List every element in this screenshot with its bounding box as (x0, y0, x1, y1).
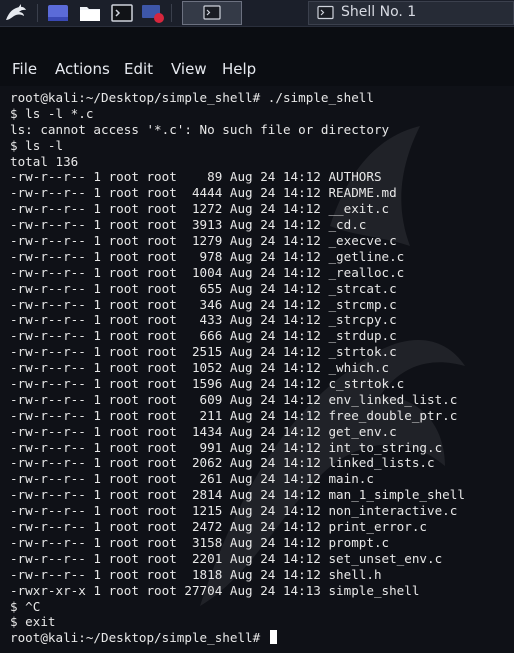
terminal-line: -rw-r--r-- 1 root root 3913 Aug 24 14:12… (10, 217, 367, 233)
kali-dragon-icon[interactable] (3, 2, 29, 24)
terminal-line: -rw-r--r-- 1 root root 1818 Aug 24 14:12… (10, 566, 382, 582)
taskbar: Shell No. 1 (0, 0, 514, 27)
terminal-line: -rw-r--r-- 1 root root 609 Aug 24 14:12 … (10, 391, 458, 407)
terminal-prompt-line[interactable]: root@kali:~/Desktop/simple_shell# (10, 630, 465, 646)
terminal-line: -rw-r--r-- 1 root root 1004 Aug 24 14:12… (10, 264, 405, 280)
menu-actions[interactable]: Actions (55, 60, 110, 78)
terminal-line: -rw-r--r-- 1 root root 991 Aug 24 14:12 … (10, 439, 443, 455)
terminal-line: -rw-r--r-- 1 root root 1434 Aug 24 14:12… (10, 423, 397, 439)
terminal-line: -rw-r--r-- 1 root root 2062 Aug 24 14:12… (10, 455, 435, 471)
terminal-line: -rw-r--r-- 1 root root 1596 Aug 24 14:12… (10, 376, 405, 392)
terminal-icon[interactable] (110, 2, 134, 24)
terminal-icon (317, 5, 334, 20)
terminal-line: root@kali:~/Desktop/simple_shell# ./simp… (10, 90, 374, 105)
screen-recorder-icon[interactable] (140, 2, 164, 24)
terminal-line: -rw-r--r-- 1 root root 2814 Aug 24 14:12… (10, 487, 465, 503)
terminal-line: -rw-r--r-- 1 root root 1215 Aug 24 14:12… (10, 503, 458, 519)
terminal-line: -rw-r--r-- 1 root root 2201 Aug 24 14:12… (10, 550, 443, 566)
terminal-line: total 136 (10, 153, 79, 169)
terminal-line: -rwxr-xr-x 1 root root 27704 Aug 24 14:1… (10, 582, 420, 598)
active-terminal-task[interactable] (182, 1, 242, 25)
terminal-lines: root@kali:~/Desktop/simple_shell# ./simp… (10, 90, 465, 646)
terminal-line: -rw-r--r-- 1 root root 2515 Aug 24 14:12… (10, 344, 397, 360)
terminal-line: $ ls -l (10, 137, 64, 153)
taskbar-separator (37, 4, 38, 22)
terminal-line: -rw-r--r-- 1 root root 1272 Aug 24 14:12… (10, 201, 390, 217)
window-task-shell-no-1[interactable]: Shell No. 1 (308, 1, 514, 25)
menu-bar: File Actions Edit View Help (0, 56, 514, 82)
app-launcher-icon[interactable] (46, 2, 70, 24)
terminal-line: -rw-r--r-- 1 root root 433 Aug 24 14:12 … (10, 312, 397, 328)
terminal-line: -rw-r--r-- 1 root root 1279 Aug 24 14:12… (10, 233, 397, 249)
terminal-line: -rw-r--r-- 1 root root 211 Aug 24 14:12 … (10, 407, 458, 423)
terminal-line: -rw-r--r-- 1 root root 346 Aug 24 14:12 … (10, 296, 397, 312)
terminal-line: -rw-r--r-- 1 root root 666 Aug 24 14:12 … (10, 328, 397, 344)
terminal-line: -rw-r--r-- 1 root root 978 Aug 24 14:12 … (10, 248, 405, 264)
terminal-line: ls: cannot access '*.c': No such file or… (10, 121, 390, 137)
terminal-line: $ ^C (10, 598, 41, 614)
window-task-label: Shell No. 1 (341, 4, 417, 20)
folder-icon[interactable] (78, 2, 102, 24)
taskbar-separator (171, 4, 172, 22)
terminal-line: -rw-r--r-- 1 root root 2472 Aug 24 14:12… (10, 519, 428, 535)
shell-prompt: root@kali:~/Desktop/simple_shell# (10, 630, 268, 646)
terminal-line: -rw-r--r-- 1 root root 3158 Aug 24 14:12… (10, 534, 390, 550)
text-cursor (269, 630, 277, 645)
terminal-output[interactable]: root@kali:~/Desktop/simple_shell# ./simp… (0, 86, 514, 653)
terminal-line: -rw-r--r-- 1 root root 89 Aug 24 14:12 A… (10, 169, 382, 185)
terminal-line: $ ls -l *.c (10, 105, 94, 121)
menu-edit[interactable]: Edit (124, 60, 153, 78)
terminal-icon (203, 5, 221, 20)
menu-view[interactable]: View (171, 60, 207, 78)
terminal-line: -rw-r--r-- 1 root root 655 Aug 24 14:12 … (10, 280, 397, 296)
terminal-line: -rw-r--r-- 1 root root 4444 Aug 24 14:12… (10, 185, 397, 201)
terminal-line: -rw-r--r-- 1 root root 261 Aug 24 14:12 … (10, 471, 374, 487)
menu-file[interactable]: File (12, 60, 37, 78)
terminal-line: -rw-r--r-- 1 root root 1052 Aug 24 14:12… (10, 360, 390, 376)
terminal-line: $ exit (10, 614, 56, 630)
menu-help[interactable]: Help (222, 60, 256, 78)
